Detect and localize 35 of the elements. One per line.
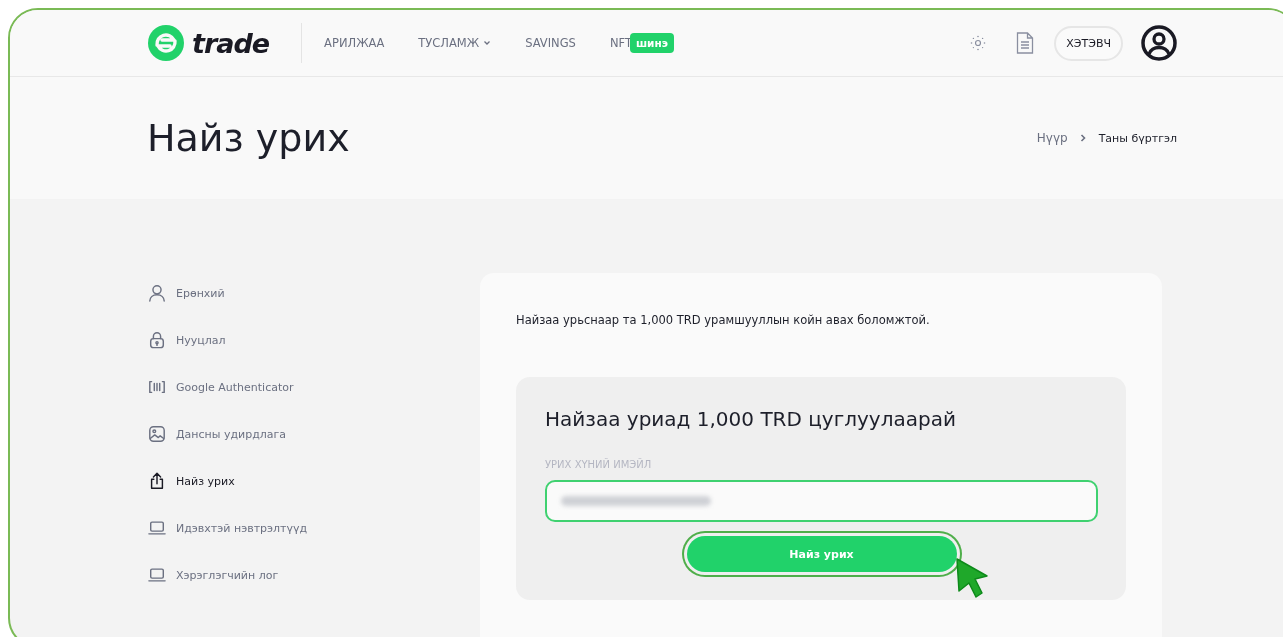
sidebar-item[interactable]: Дансны удирдлага	[148, 423, 480, 445]
invite-title: Найзаа уриад 1,000 TRD цуглуулаарай	[545, 407, 957, 431]
email-label: УРИХ ХҮНИЙ ИМЭЙЛ	[545, 459, 653, 470]
image-icon	[148, 425, 166, 443]
sidebar-item[interactable]: Найз урих	[148, 470, 480, 492]
laptop-icon	[148, 566, 166, 584]
sidebar-item[interactable]: Хэрэглэгчийн лог	[148, 564, 480, 586]
breadcrumb-item: Таны бүртгэл	[1098, 131, 1177, 145]
logo-icon	[148, 25, 184, 61]
cursor-icon	[954, 556, 990, 600]
laptop-icon	[148, 519, 166, 537]
chevron-icon	[1079, 134, 1087, 142]
sidebar-item[interactable]: Google Authenticator	[148, 376, 480, 398]
wallet-button[interactable]: ХЭТЭВЧ	[1054, 25, 1123, 61]
sidebar-item[interactable]: Нууцлал	[148, 329, 480, 351]
scan-icon	[148, 378, 166, 396]
nav-link[interactable]: NFT	[609, 36, 632, 50]
breadcrumb-item[interactable]: Нүүр	[1036, 131, 1068, 145]
avatar-icon[interactable]	[1141, 25, 1177, 61]
sidebar-item[interactable]: Ерөнхий	[148, 282, 480, 304]
nav-link[interactable]: ТУСЛАМЖ	[418, 36, 492, 50]
new-badge: шинэ	[629, 33, 674, 53]
caret-icon	[483, 40, 492, 46]
logo-text: trade	[192, 27, 270, 59]
lock-icon	[148, 331, 166, 349]
user-icon	[148, 284, 166, 302]
document-icon[interactable]	[1016, 32, 1035, 54]
nav-link[interactable]: АРИЛЖАА	[324, 36, 385, 50]
email-field[interactable]	[545, 480, 1098, 522]
sidebar-item[interactable]: Идэвхтэй нэвтрэлтүүд	[148, 517, 480, 539]
share-icon	[148, 472, 166, 490]
sun-icon[interactable]	[970, 35, 987, 51]
page-title: Найз урих	[147, 116, 350, 160]
nav-link[interactable]: SAVINGS	[525, 36, 576, 50]
intro-text: Найзаа урьснаар та 1,000 TRD урамшууллын койн авах боломжтой.	[516, 313, 931, 327]
